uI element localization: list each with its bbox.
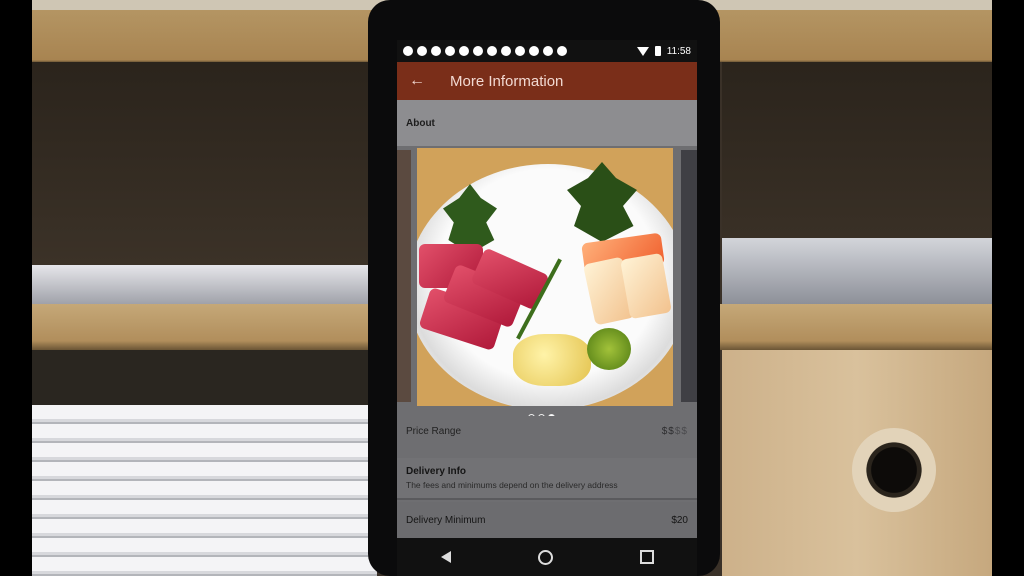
notification-icon bbox=[459, 46, 469, 56]
delivery-info-title: Delivery Info bbox=[406, 466, 467, 477]
back-triangle-icon[interactable] bbox=[440, 551, 451, 563]
price-range-value: $$$$ bbox=[662, 426, 688, 437]
back-arrow-icon[interactable]: ← bbox=[397, 72, 437, 90]
divider bbox=[397, 498, 697, 500]
drawer-handle-hole bbox=[852, 428, 936, 512]
android-nav-bar bbox=[397, 538, 697, 576]
page-title: More Information bbox=[450, 72, 564, 90]
notification-icon bbox=[557, 46, 567, 56]
notification-icon bbox=[417, 46, 427, 56]
notification-icon bbox=[473, 46, 483, 56]
delivery-info-subtitle: The fees and minimums depend on the deli… bbox=[406, 480, 618, 490]
notification-icon bbox=[403, 46, 413, 56]
notification-icon bbox=[431, 46, 441, 56]
delivery-info-section: Delivery Info The fees and minimums depe… bbox=[397, 458, 697, 498]
battery-icon bbox=[654, 46, 661, 56]
app-bar: ← More Information bbox=[397, 62, 697, 100]
paper-stack-right bbox=[722, 238, 992, 304]
recents-square-icon[interactable] bbox=[639, 550, 654, 564]
paper-stack-left bbox=[32, 265, 377, 305]
notification-icon bbox=[487, 46, 497, 56]
price-range-inactive: $$ bbox=[674, 425, 688, 437]
price-range-label: Price Range bbox=[406, 425, 462, 437]
delivery-minimum-row: Delivery Minimum $20 bbox=[397, 502, 697, 538]
about-section-header: About bbox=[397, 100, 697, 146]
notification-icon bbox=[445, 46, 455, 56]
home-circle-icon[interactable] bbox=[537, 549, 553, 565]
wasabi bbox=[587, 328, 631, 370]
system-icons: 11:58 bbox=[636, 45, 691, 57]
status-time: 11:58 bbox=[666, 45, 691, 57]
notification-icons bbox=[403, 46, 637, 56]
notification-icon bbox=[529, 46, 539, 56]
wifi-icon bbox=[636, 46, 649, 56]
delivery-minimum-value: $20 bbox=[671, 514, 688, 526]
status-bar: 11:58 bbox=[397, 40, 697, 62]
paper-stack-lower bbox=[32, 405, 377, 576]
notification-icon bbox=[501, 46, 511, 56]
delivery-minimum-label: Delivery Minimum bbox=[406, 514, 486, 526]
price-range-active: $$ bbox=[661, 425, 675, 437]
carousel-prev-image-peek[interactable] bbox=[397, 150, 411, 402]
carousel-next-image-peek[interactable] bbox=[681, 150, 697, 402]
notification-icon bbox=[543, 46, 553, 56]
carousel-image[interactable] bbox=[417, 148, 673, 406]
price-range-row: Price Range $$$$ bbox=[397, 416, 697, 446]
notification-icon bbox=[515, 46, 525, 56]
phone-screen: 11:58 ← More Information About Price Ran… bbox=[397, 40, 697, 576]
pickled-ginger bbox=[513, 334, 591, 386]
about-label: About bbox=[406, 117, 435, 129]
